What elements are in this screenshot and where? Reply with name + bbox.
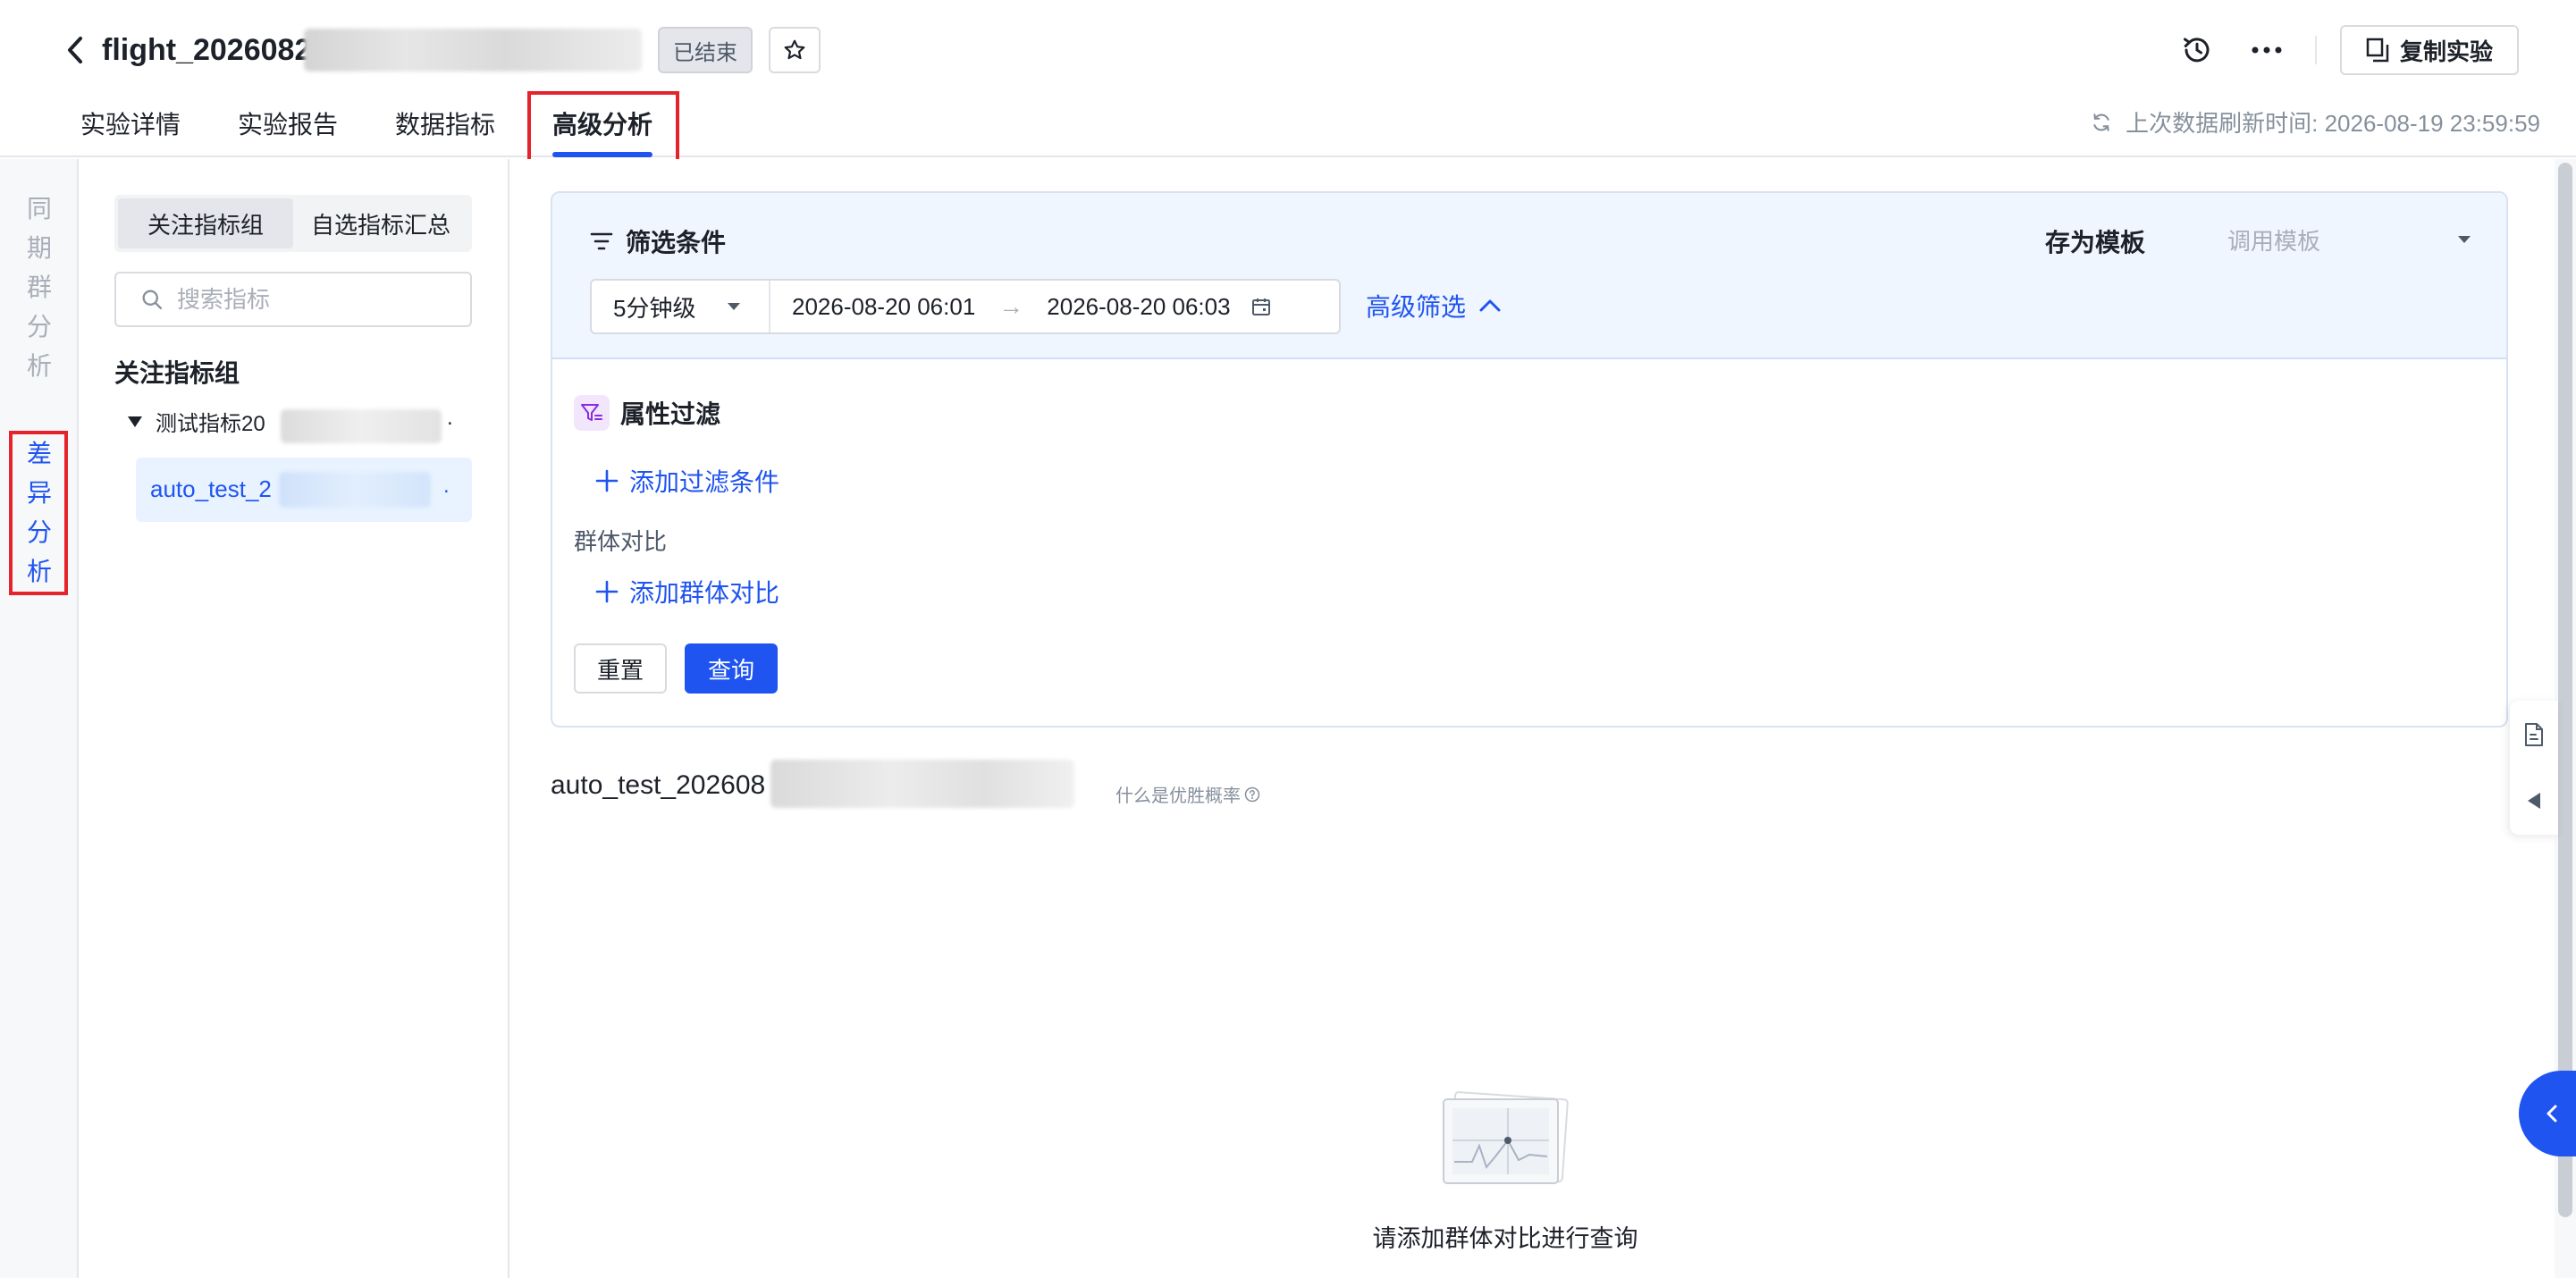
- copy-experiment-button[interactable]: 复制实验: [2340, 25, 2519, 75]
- caret-down-icon: [2458, 236, 2471, 243]
- more-icon: [2252, 46, 2282, 54]
- tab-advanced-analysis[interactable]: 高级分析: [552, 93, 653, 157]
- metric-group-title: 关注指标组: [114, 359, 240, 387]
- chevron-up-icon: [1479, 299, 1501, 312]
- metric-segment-control: 关注指标组 自选指标汇总: [114, 195, 472, 252]
- metric-list-item-selected[interactable]: auto_test_2 .: [136, 458, 472, 522]
- range-arrow-icon: →: [998, 292, 1024, 320]
- header-divider: [2315, 36, 2317, 64]
- attribute-filter-title: 属性过滤: [574, 395, 720, 431]
- star-icon: [784, 39, 805, 60]
- funnel-icon: [574, 395, 610, 431]
- nav-difference-analysis[interactable]: 差 异 分 析: [18, 434, 61, 592]
- side-toolbar: [2510, 701, 2558, 835]
- seg-followed-metrics[interactable]: 关注指标组: [118, 198, 293, 248]
- tree-node-ellipsis: .: [447, 406, 453, 430]
- use-template-placeholder: 调用模板: [2227, 227, 2321, 255]
- analysis-main: 筛选条件 存为模板 调用模板 5分钟级 2026-08-20 06:01 → 2…: [511, 159, 2547, 1278]
- status-badge: 已结束: [658, 27, 753, 73]
- scrollbar-thumb[interactable]: [2558, 163, 2572, 1217]
- collapse-panel-button[interactable]: [2510, 774, 2558, 828]
- question-circle-icon: [1244, 786, 1260, 802]
- metric-tree-node[interactable]: 测试指标20: [127, 406, 265, 437]
- redacted-metric-name: [770, 760, 1074, 808]
- refresh-icon: [2093, 113, 2109, 131]
- plus-icon: [595, 469, 619, 492]
- filter-header: 筛选条件 存为模板 调用模板 5分钟级 2026-08-20 06:01 → 2…: [552, 193, 2506, 359]
- granularity-value: 5分钟级: [613, 294, 696, 322]
- triangle-left-icon: [2528, 793, 2540, 809]
- end-time[interactable]: 2026-08-20 06:03: [1047, 293, 1230, 321]
- advanced-filter-toggle[interactable]: 高级筛选: [1366, 288, 1502, 324]
- tab-experiment-details[interactable]: 实验详情: [80, 93, 181, 157]
- metric-item-label: auto_test_2: [150, 475, 272, 502]
- plus-icon: [595, 580, 619, 603]
- history-icon: [2184, 38, 2210, 63]
- nav-cohort-analysis[interactable]: 同 期 群 分 析: [18, 189, 61, 386]
- query-button[interactable]: 查询: [685, 643, 778, 694]
- tab-experiment-report[interactable]: 实验报告: [238, 93, 338, 157]
- more-button[interactable]: [2243, 27, 2290, 73]
- document-icon: [2525, 723, 2543, 746]
- result-metric-name: auto_test_202608: [551, 770, 766, 800]
- copy-icon: [2366, 38, 2389, 63]
- caret-down-icon: [128, 416, 142, 427]
- metric-item-ellipsis: .: [443, 474, 450, 498]
- empty-state-illustration: [1405, 1090, 1602, 1193]
- filter-lines-icon: [590, 232, 613, 250]
- document-tool-button[interactable]: [2510, 708, 2558, 761]
- back-icon[interactable]: [59, 32, 91, 68]
- page-header: flight_2026082 已结束 复制实验 实验详情 实验报告 数据指标 高…: [0, 0, 2576, 166]
- reset-button[interactable]: 重置: [574, 643, 667, 694]
- filter-title: 筛选条件: [590, 223, 726, 259]
- empty-chart-icon: [1443, 1091, 1569, 1184]
- metric-search: [114, 272, 472, 327]
- search-icon: [142, 290, 163, 310]
- metric-sidebar: 关注指标组 自选指标汇总 关注指标组 测试指标20 . auto_test_2 …: [80, 159, 509, 1278]
- data-refresh-info: 上次数据刷新时间: 2026-08-19 23:59:59: [2090, 105, 2540, 139]
- redacted-tree-node: [281, 409, 442, 443]
- win-probability-help[interactable]: 什么是优胜概率: [1115, 781, 1260, 807]
- caret-down-icon: [728, 303, 740, 310]
- favorite-button[interactable]: [769, 27, 821, 73]
- redacted-metric-item: [279, 472, 431, 508]
- use-template-select[interactable]: 调用模板: [2227, 216, 2472, 263]
- granularity-select[interactable]: 5分钟级: [592, 281, 770, 332]
- tree-node-label: 测试指标20: [156, 412, 265, 436]
- chevron-left-icon: [2547, 1105, 2557, 1122]
- add-filter-condition-button[interactable]: 添加过滤条件: [595, 463, 779, 499]
- copy-experiment-label: 复制实验: [2399, 38, 2493, 65]
- top-tabs: 实验详情 实验报告 数据指标 高级分析: [80, 93, 710, 157]
- analysis-type-nav: 同 期 群 分 析 差 异 分 析: [0, 159, 79, 1278]
- add-group-compare-button[interactable]: 添加群体对比: [595, 574, 779, 610]
- experiment-title: flight_2026082: [102, 33, 312, 67]
- seg-custom-metrics[interactable]: 自选指标汇总: [293, 198, 468, 248]
- tab-data-metrics[interactable]: 数据指标: [395, 93, 495, 157]
- time-range-picker: 5分钟级 2026-08-20 06:01 → 2026-08-20 06:03: [590, 279, 1341, 334]
- refresh-time-text: 上次数据刷新时间: 2026-08-19 23:59:59: [2126, 110, 2540, 137]
- start-time[interactable]: 2026-08-20 06:01: [792, 293, 975, 321]
- calendar-icon[interactable]: [1250, 296, 1272, 317]
- search-input[interactable]: [177, 285, 445, 314]
- empty-state-text: 请添加群体对比进行查询: [1372, 1225, 1638, 1252]
- group-compare-label: 群体对比: [574, 528, 668, 555]
- history-button[interactable]: [2174, 27, 2220, 73]
- redacted-title-suffix: [304, 29, 642, 71]
- save-template-button[interactable]: 存为模板: [2045, 223, 2145, 259]
- filter-card: 筛选条件 存为模板 调用模板 5分钟级 2026-08-20 06:01 → 2…: [551, 191, 2508, 727]
